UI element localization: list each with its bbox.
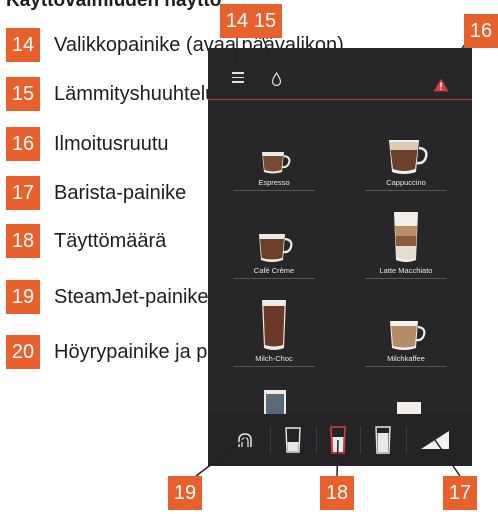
callout-18: 18	[320, 476, 354, 510]
callout-lines	[195, 35, 466, 477]
callout-15: 15	[248, 4, 282, 38]
callout-17: 17	[443, 476, 477, 510]
callout-16: 16	[464, 14, 498, 48]
callout-19: 19	[168, 476, 202, 510]
